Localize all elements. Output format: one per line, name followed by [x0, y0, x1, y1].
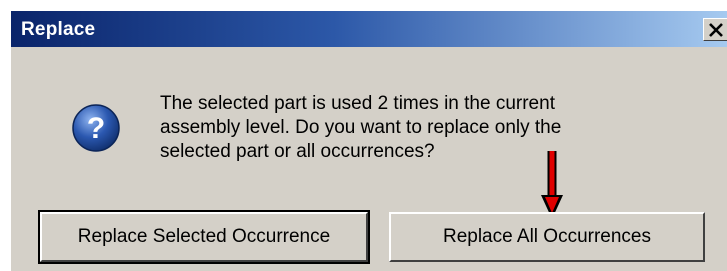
question-icon: ?: [72, 104, 120, 152]
message-line: assembly level. Do you want to replace o…: [160, 117, 562, 138]
down-arrow-icon: [541, 151, 563, 219]
replace-selected-occurrence-button[interactable]: Replace Selected Occurrence: [38, 210, 370, 264]
message-line: The selected part is used 2 times in the…: [160, 93, 555, 114]
message-line: selected part or all occurrences?: [160, 141, 435, 162]
window-title: Replace: [21, 19, 96, 40]
replace-all-occurrences-button[interactable]: Replace All Occurrences: [389, 212, 705, 262]
question-glyph: ?: [87, 112, 105, 145]
replace-dialog: Replace ? The selected part is used 2 ti…: [10, 10, 727, 271]
close-button[interactable]: [703, 18, 727, 41]
close-x-icon: [708, 22, 723, 37]
dialog-message: The selected part is used 2 times in the…: [160, 92, 640, 164]
title-bar[interactable]: Replace: [11, 11, 727, 47]
